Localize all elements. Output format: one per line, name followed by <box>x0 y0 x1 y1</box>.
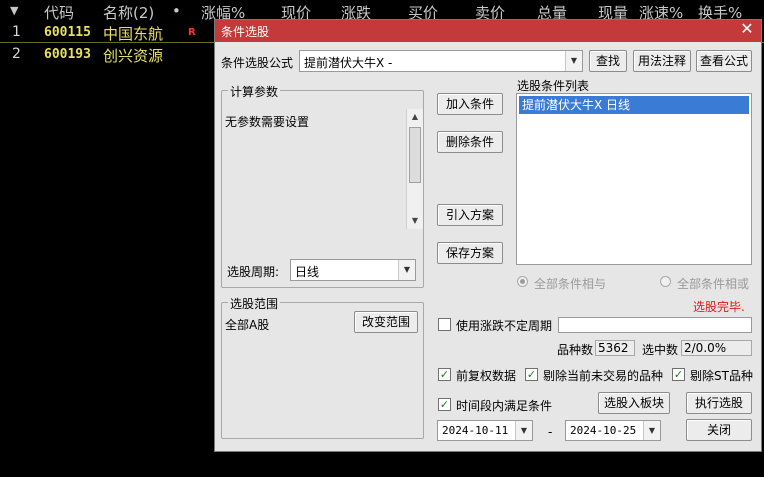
row-number: 1 <box>12 24 21 40</box>
date-from-value: 2024-10-11 <box>442 424 509 437</box>
formula-label: 条件选股公式 <box>221 56 294 70</box>
col-dot[interactable]: • <box>172 2 181 20</box>
stock-code: 600115 <box>44 25 91 40</box>
condition-select-dialog: 条件选股 ✕ 条件选股公式 提前潜伏大牛X - ▼ 查找 用法注释 查看公式 计… <box>214 19 762 452</box>
range-value: 全部A股 <box>225 318 270 332</box>
stock-code: 600193 <box>44 47 91 62</box>
prev-adjust-checkbox[interactable]: ✓ <box>438 368 451 381</box>
remove-untraded-checkbox[interactable]: ✓ <box>525 368 538 381</box>
scroll-down-icon[interactable]: ▼ <box>407 213 423 229</box>
stock-name: 创兴资源 <box>103 47 164 65</box>
margin-flag: R <box>188 27 196 38</box>
calc-params-title: 计算参数 <box>228 83 281 100</box>
calc-params-group: 计算参数 无参数需要设置 ▲ ▼ 选股周期: 日线 ▼ <box>221 83 424 288</box>
change-range-button[interactable]: 改变范围 <box>354 311 418 333</box>
formula-value: 提前潜伏大牛X - <box>304 56 393 70</box>
save-plan-button[interactable]: 保存方案 <box>437 242 503 264</box>
uncertain-period-checkbox[interactable] <box>438 318 451 331</box>
params-scrollbar[interactable]: ▲ ▼ <box>406 109 423 229</box>
time-range-label: 时间段内满足条件 <box>456 399 553 413</box>
radio-and[interactable] <box>517 276 528 287</box>
remove-st-label: 剔除ST品种 <box>690 369 753 383</box>
view-formula-button[interactable]: 查看公式 <box>696 50 752 72</box>
radio-and-label: 全部条件相与 <box>534 277 607 291</box>
find-button[interactable]: 查找 <box>589 50 627 72</box>
range-title: 选股范围 <box>228 295 281 312</box>
selected-label: 选中数 <box>642 343 679 357</box>
period-select[interactable]: 日线 ▼ <box>290 259 416 281</box>
delete-condition-button[interactable]: 删除条件 <box>437 131 503 153</box>
status-text: 选股完毕. <box>693 300 745 314</box>
menu-arrow-icon[interactable]: ▼ <box>10 4 18 17</box>
close-button[interactable]: 关闭 <box>686 419 752 441</box>
radio-or-label: 全部条件相或 <box>677 277 750 291</box>
dialog-title: 条件选股 <box>221 25 270 39</box>
condition-list[interactable]: 提前潜伏大牛X 日线 <box>516 93 752 265</box>
usage-button[interactable]: 用法注释 <box>633 50 691 72</box>
stock-name: 中国东航 <box>103 25 164 43</box>
close-icon[interactable]: ✕ <box>739 21 755 37</box>
import-plan-button[interactable]: 引入方案 <box>437 204 503 226</box>
count-value: 5362 <box>595 340 635 356</box>
date-from-picker[interactable]: 2024-10-11 ▼ <box>437 420 533 441</box>
formula-select[interactable]: 提前潜伏大牛X - ▼ <box>299 50 583 72</box>
period-value: 日线 <box>295 265 320 279</box>
add-condition-button[interactable]: 加入条件 <box>437 93 503 115</box>
row-number: 2 <box>12 46 21 62</box>
date-to-picker[interactable]: 2024-10-25 ▼ <box>565 420 661 441</box>
scroll-thumb[interactable] <box>409 127 421 183</box>
list-item[interactable]: 提前潜伏大牛X 日线 <box>519 96 749 114</box>
radio-or[interactable] <box>660 276 671 287</box>
selected-value: 2/0.0% <box>681 340 752 356</box>
execute-button[interactable]: 执行选股 <box>686 392 752 414</box>
no-params-message: 无参数需要设置 <box>225 115 310 129</box>
col-code[interactable]: 代码 <box>44 2 74 23</box>
uncertain-period-input[interactable] <box>558 317 752 333</box>
remove-untraded-label: 剔除当前未交易的品种 <box>543 369 664 383</box>
col-name[interactable]: 名称(2) <box>103 2 154 23</box>
condition-list-label: 选股条件列表 <box>517 79 590 93</box>
chevron-down-icon[interactable]: ▼ <box>515 421 532 440</box>
prev-adjust-label: 前复权数据 <box>456 369 517 383</box>
dialog-title-bar[interactable]: 条件选股 ✕ <box>215 20 761 42</box>
scroll-up-icon[interactable]: ▲ <box>407 109 423 125</box>
date-separator: - <box>548 425 553 439</box>
count-label: 品种数 <box>557 343 594 357</box>
chevron-down-icon[interactable]: ▼ <box>643 421 660 440</box>
period-label: 选股周期: <box>227 265 280 279</box>
uncertain-period-label: 使用涨跌不定周期 <box>456 319 553 333</box>
remove-st-checkbox[interactable]: ✓ <box>672 368 685 381</box>
date-to-value: 2024-10-25 <box>570 424 637 437</box>
time-range-checkbox[interactable]: ✓ <box>438 398 451 411</box>
chevron-down-icon[interactable]: ▼ <box>398 260 415 280</box>
chevron-down-icon[interactable]: ▼ <box>565 51 582 71</box>
to-block-button[interactable]: 选股入板块 <box>598 392 670 414</box>
range-group: 选股范围 全部A股 改变范围 <box>221 295 424 439</box>
